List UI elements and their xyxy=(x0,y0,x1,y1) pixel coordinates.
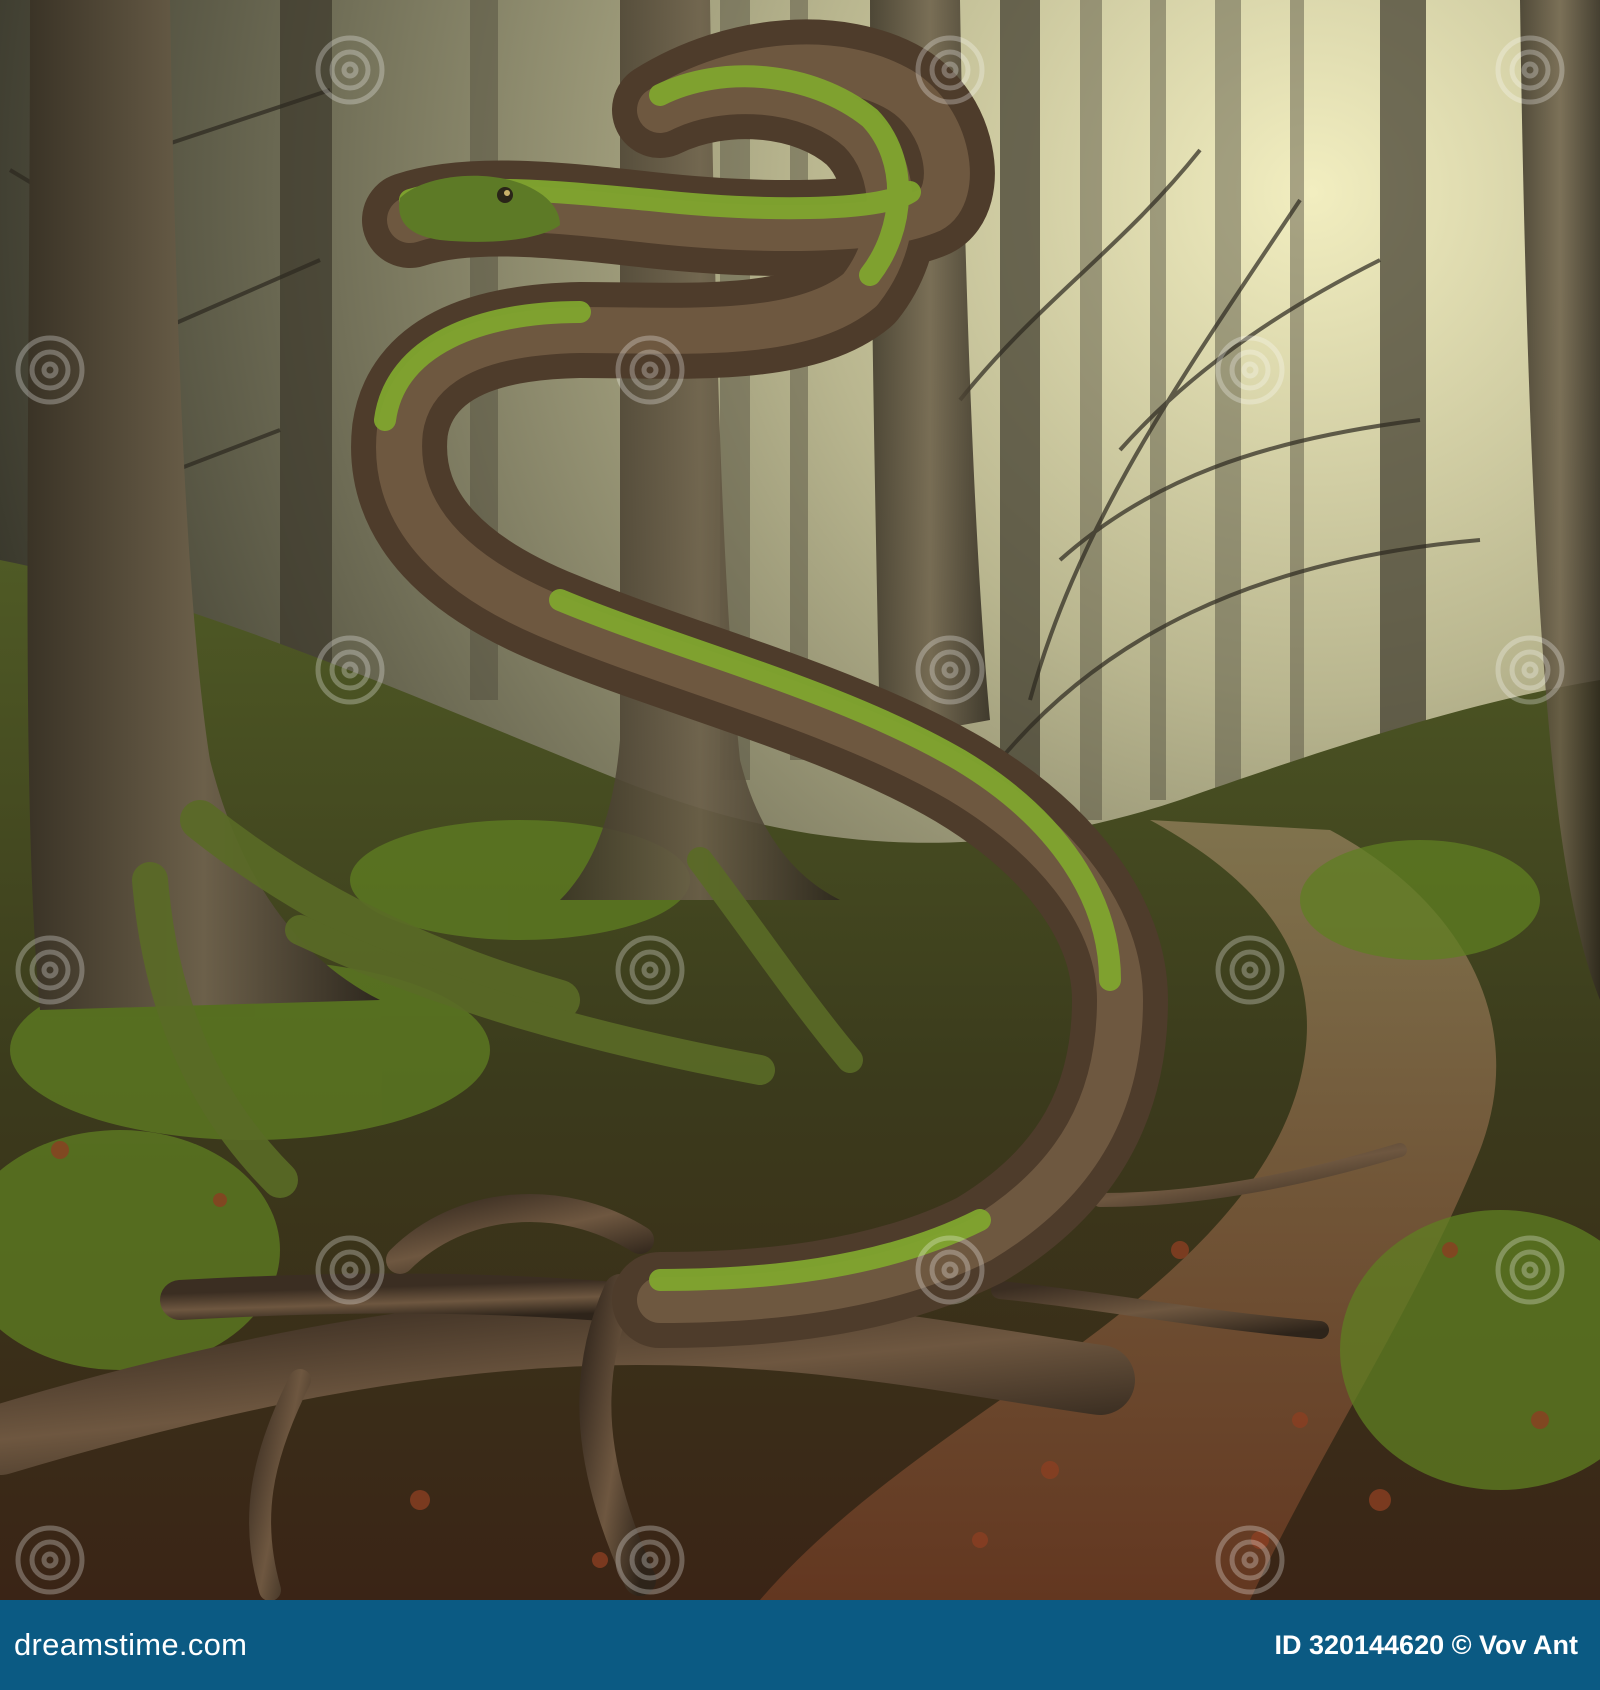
brand-name: dreamstime.com xyxy=(14,1627,248,1662)
image-credit: ID 320144620 © Vov Ant xyxy=(1274,1629,1578,1660)
stock-footer-bar: dreamstime.com ID 320144620 © Vov Ant xyxy=(0,1600,1600,1690)
forest-scene-illustration xyxy=(0,0,1600,1600)
forest-snake-photo xyxy=(0,0,1600,1600)
stock-photo-page: dreamstime.com ID 320144620 © Vov Ant xyxy=(0,0,1600,1690)
